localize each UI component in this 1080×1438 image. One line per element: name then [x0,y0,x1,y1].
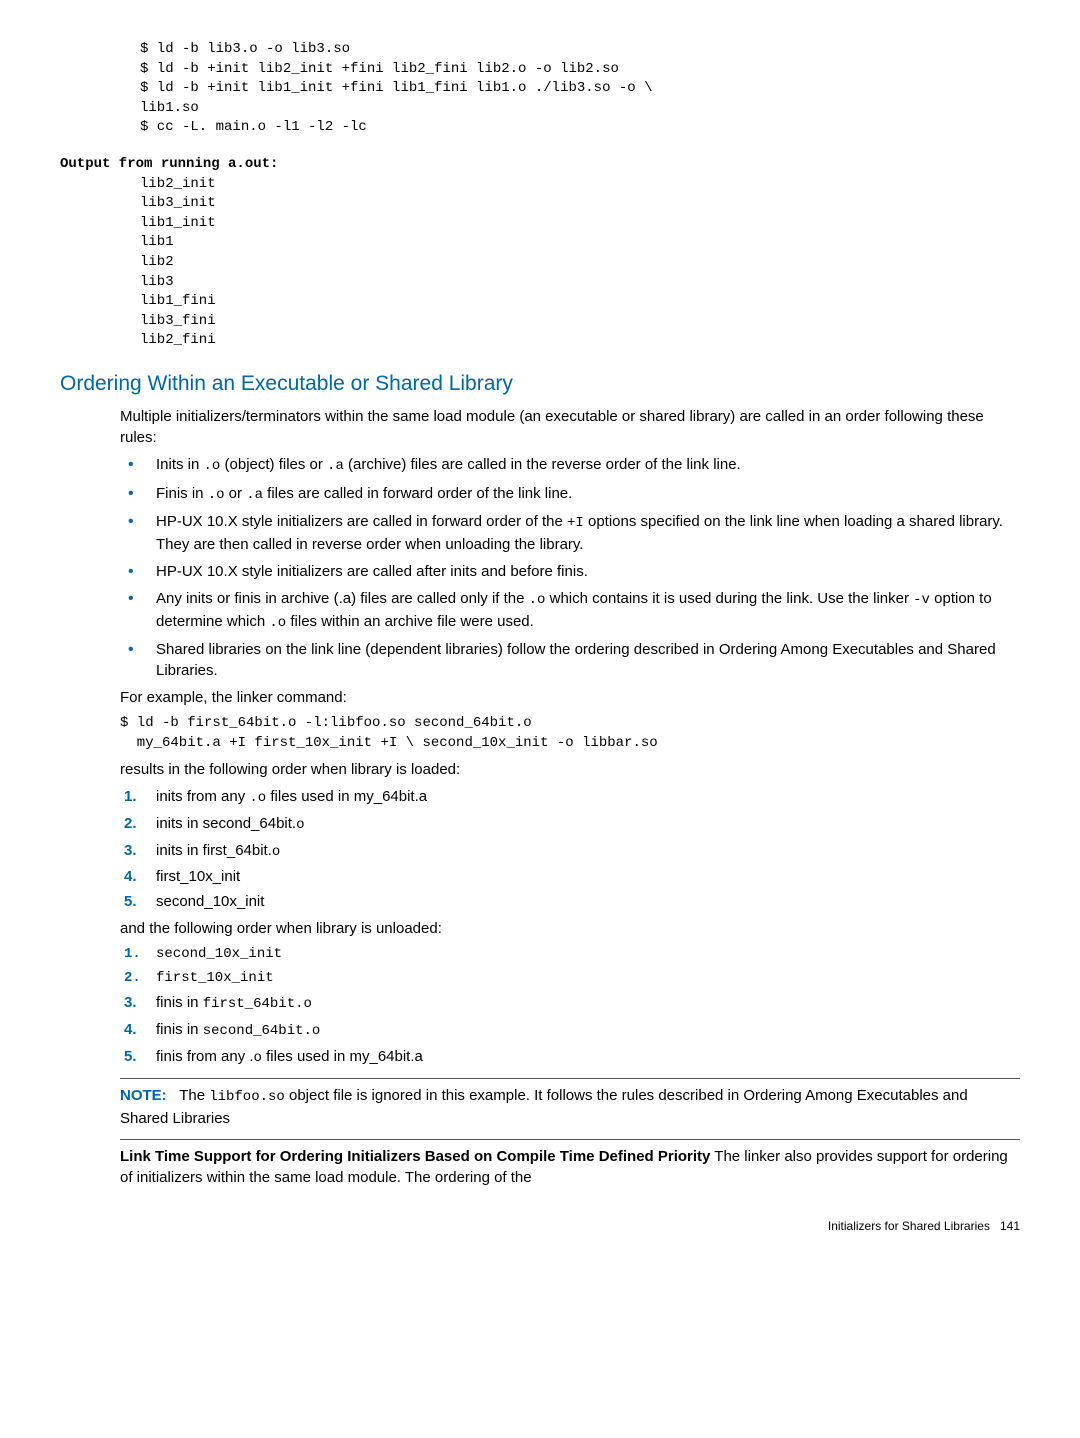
footer-text: Initializers for Shared Libraries [828,1219,990,1233]
list-item: Shared libraries on the link line (depen… [120,639,1020,681]
list-item: first_10x_init [120,969,1020,989]
list-item: HP-UX 10.X style initializers are called… [120,511,1020,555]
subhead-paragraph: Link Time Support for Ordering Initializ… [120,1146,1020,1188]
unloaded-list: second_10x_init first_10x_init finis in … [120,945,1020,1068]
list-item: inits from any .o files used in my_64bit… [120,786,1020,809]
code-text: second_64bit.o [203,1023,321,1039]
list-item: Inits in .o (object) files or .a (archiv… [120,454,1020,477]
text: finis in [156,994,203,1011]
bullet-list: Inits in .o (object) files or .a (archiv… [120,454,1020,681]
divider [120,1078,1020,1079]
note-text-pre: The [179,1087,209,1104]
code-text: first_64bit.o [203,996,312,1012]
code-block-example: $ ld -b first_64bit.o -l:libfoo.so secon… [120,714,1020,753]
page-number: 141 [1000,1219,1020,1233]
code-block-output: lib2_init lib3_init lib1_init lib1 lib2 … [140,175,1020,351]
list-item: finis from any .o files used in my_64bit… [120,1046,1020,1069]
bullet-text: Finis in .o or .a files are called in fo… [156,485,572,502]
list-item: first_10x_init [120,866,1020,887]
list-item: Any inits or finis in archive (.a) files… [120,588,1020,633]
list-item: second_10x_init [120,891,1020,912]
list-item: HP-UX 10.X style initializers are called… [120,561,1020,582]
section-heading: Ordering Within an Executable or Shared … [60,369,1020,398]
bullet-text: Inits in .o (object) files or .a (archiv… [156,456,741,473]
list-item: inits in first_64bit.o [120,840,1020,863]
page-footer: Initializers for Shared Libraries 141 [60,1218,1020,1235]
divider [120,1139,1020,1140]
intro-paragraph: Multiple initializers/terminators within… [120,406,1020,448]
loaded-list: inits from any .o files used in my_64bit… [120,786,1020,912]
example-intro: For example, the linker command: [120,687,1020,708]
note-code: libfoo.so [209,1089,285,1105]
bullet-text: Any inits or finis in archive (.a) files… [156,590,992,630]
code-block-commands: $ ld -b lib3.o -o lib3.so $ ld -b +init … [140,40,1020,138]
unloaded-intro: and the following order when library is … [120,918,1020,939]
list-item: inits in second_64bit.o [120,813,1020,836]
text: finis in [156,1021,203,1038]
list-item: Finis in .o or .a files are called in fo… [120,483,1020,506]
note-label: NOTE: [120,1087,167,1104]
output-label: Output from running a.out: [60,156,278,172]
bullet-text: HP-UX 10.X style initializers are called… [156,513,1003,553]
note-block: NOTE: The libfoo.so object file is ignor… [120,1085,1020,1129]
loaded-intro: results in the following order when libr… [120,759,1020,780]
subhead-bold: Link Time Support for Ordering Initializ… [120,1148,710,1165]
list-item: second_10x_init [120,945,1020,965]
list-item: finis in second_64bit.o [120,1019,1020,1042]
list-item: finis in first_64bit.o [120,992,1020,1015]
